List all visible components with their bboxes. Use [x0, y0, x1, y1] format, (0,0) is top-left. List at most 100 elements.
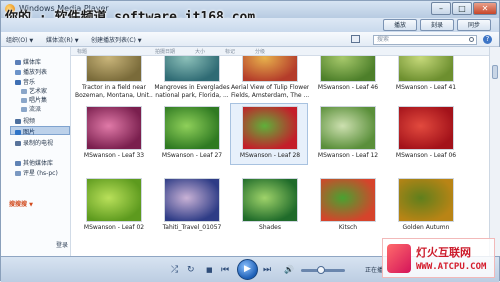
column-title[interactable]: 标题: [77, 48, 87, 55]
sidebar-item-library[interactable]: 媒体库: [15, 57, 41, 66]
picture-thumbnail[interactable]: [86, 178, 142, 222]
sidebar-item-label: 艺术家: [29, 88, 48, 95]
user-icon: [15, 171, 21, 176]
column-date-taken[interactable]: 拍摄日期: [155, 48, 175, 55]
stream-menu[interactable]: 媒体流(R) ▼: [46, 35, 79, 44]
tab-play[interactable]: 播放: [383, 19, 417, 31]
sidebar-item-label: 图片: [23, 129, 36, 136]
picture-caption: Golden Autumn: [402, 224, 450, 231]
help-icon[interactable]: ?: [483, 35, 492, 44]
video-icon: [15, 119, 21, 124]
sidebar-item-music[interactable]: 音乐: [15, 77, 35, 86]
picture-grid: Tractor in a field near Bozeman, Montana,…: [71, 56, 489, 256]
picture-thumbnail[interactable]: [320, 178, 376, 222]
column-rating[interactable]: 分级: [255, 48, 265, 55]
picture-caption: Mangroves in Everglades: [154, 84, 230, 91]
sidebar-item-artist[interactable]: 艺术家: [21, 86, 47, 95]
search-icon[interactable]: [469, 37, 474, 42]
sidebar-item-playlists[interactable]: 播放列表: [15, 67, 47, 76]
search-brand-link[interactable]: 搜搜搜 ▼: [9, 199, 33, 208]
repeat-icon[interactable]: ↻: [187, 265, 195, 275]
scrollbar-thumb[interactable]: [492, 65, 498, 79]
picture-thumbnail[interactable]: [320, 106, 376, 150]
sidebar-item-album[interactable]: 唱片集: [21, 95, 47, 104]
sidebar-item-label: 唱片集: [29, 97, 48, 104]
picture-caption: MSwanson - Leaf 33: [83, 152, 145, 159]
picture-thumbnail[interactable]: [164, 56, 220, 82]
chevron-down-icon: ▼: [29, 202, 33, 208]
close-button[interactable]: ✕: [473, 2, 497, 15]
picture-thumbnail[interactable]: [86, 56, 142, 82]
artist-icon: [21, 89, 27, 94]
site-watermark: 灯火互联网 WWW.ATCPU.COM: [382, 238, 495, 278]
playlist-icon: [15, 70, 21, 75]
picture-caption: MSwanson - Leaf 02: [83, 224, 145, 231]
chevron-down-icon: ▼: [29, 38, 34, 44]
library-icon: [15, 60, 21, 65]
search-input[interactable]: 搜索: [373, 35, 477, 45]
picture-caption: Tahiti_Travel_01057: [162, 224, 222, 231]
next-icon[interactable]: ⏭: [263, 265, 271, 275]
picture-caption: MSwanson - Leaf 12: [317, 152, 379, 159]
now-playing-label[interactable]: 正在播: [365, 265, 383, 274]
sidebar-other-libraries[interactable]: 其他媒体库: [15, 158, 53, 167]
search-placeholder: 搜索: [377, 36, 390, 43]
minimize-button[interactable]: –: [431, 2, 451, 15]
tab-row: 播放 刻录 同步: [1, 18, 499, 32]
picture-thumbnail[interactable]: [320, 56, 376, 82]
previous-icon[interactable]: ⏮: [221, 265, 229, 275]
picture-thumbnail[interactable]: [242, 106, 298, 150]
column-size[interactable]: 大小: [195, 48, 205, 55]
picture-thumbnail[interactable]: [242, 56, 298, 82]
organize-menu[interactable]: 组织(O) ▼: [6, 35, 33, 44]
music-icon: [15, 80, 21, 85]
picture-thumbnail[interactable]: [164, 106, 220, 150]
sidebar-item-recorded-tv[interactable]: 录制的电视: [15, 138, 53, 147]
tab-burn[interactable]: 刻录: [420, 19, 454, 31]
navigation-pane: 媒体库 播放列表 音乐 艺术家 唱片集 流派 视频 图片 录制的电视 其他媒体库…: [1, 47, 71, 256]
sidebar-other-item[interactable]: 评星 (hs-pc): [15, 168, 58, 177]
picture-thumbnail[interactable]: [398, 56, 454, 82]
picture-thumbnail[interactable]: [398, 178, 454, 222]
picture-caption-line2: national park, Florida, ...: [155, 92, 229, 99]
picture-caption: Aerial View of Tulip Flower: [231, 84, 309, 91]
shuffle-icon[interactable]: ⤮: [171, 265, 178, 275]
organize-label: 组织(O): [6, 37, 28, 44]
picture-caption: MSwanson - Leaf 46: [317, 84, 379, 91]
sidebar-item-video[interactable]: 视频: [15, 116, 35, 125]
view-options-icon[interactable]: [351, 35, 360, 43]
picture-thumbnail[interactable]: [86, 106, 142, 150]
sidebar-item-label: 音乐: [23, 79, 36, 86]
picture-caption: MSwanson - Leaf 27: [161, 152, 223, 159]
sidebar-item-label: 流派: [29, 106, 42, 113]
picture-caption-line2: Bozeman, Montana, Unit...: [75, 92, 153, 99]
site-watermark-name: 灯火互联网: [416, 246, 471, 259]
column-tags[interactable]: 标记: [225, 48, 235, 55]
vertical-scrollbar[interactable]: [489, 47, 500, 256]
stream-label: 媒体流(R): [46, 37, 73, 44]
sidebar-item-label: 评星 (hs-pc): [23, 170, 58, 177]
site-logo-icon: [387, 244, 411, 273]
maximize-button[interactable]: □: [452, 2, 472, 15]
sidebar-item-genre[interactable]: 流派: [21, 104, 41, 113]
picture-thumbnail[interactable]: [398, 106, 454, 150]
media-player-window: Windows Media Player – □ ✕ 你的 · 软件频道 sof…: [0, 0, 500, 282]
sidebar-item-label: 录制的电视: [23, 140, 54, 147]
album-icon: [21, 98, 27, 103]
stop-icon[interactable]: ■: [206, 266, 213, 274]
tab-sync[interactable]: 同步: [457, 19, 491, 31]
sidebar-item-label: 视频: [23, 118, 36, 125]
picture-thumbnail[interactable]: [164, 178, 220, 222]
column-header-row: 标题 拍摄日期 大小 标记 分级: [71, 47, 489, 56]
volume-icon[interactable]: 🔊: [284, 265, 294, 274]
sidebar-item-label: 媒体库: [23, 59, 42, 66]
sidebar-item-pictures[interactable]: 图片: [15, 127, 35, 136]
volume-slider-thumb[interactable]: [317, 266, 325, 274]
other-libraries-icon: [15, 161, 21, 166]
chevron-down-icon: ▼: [137, 38, 142, 44]
picture-caption: MSwanson - Leaf 41: [395, 84, 457, 91]
play-button[interactable]: ▶: [237, 259, 258, 280]
picture-thumbnail[interactable]: [242, 178, 298, 222]
login-link[interactable]: 登录: [56, 240, 68, 249]
create-playlist-menu[interactable]: 创建播放列表(C) ▼: [91, 35, 142, 44]
